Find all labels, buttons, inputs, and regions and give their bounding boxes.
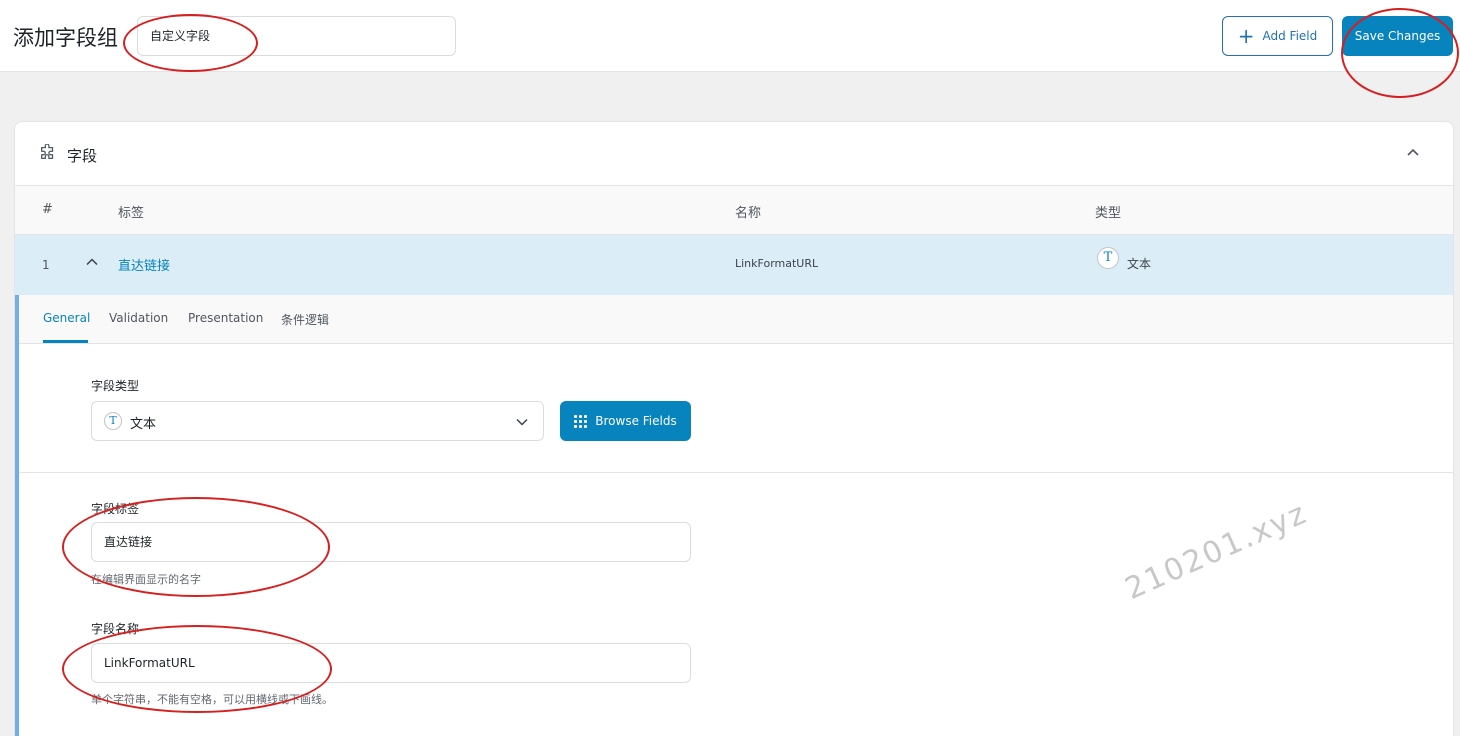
save-changes-button[interactable]: Save Changes <box>1342 16 1453 56</box>
fields-table-header: # 标签 名称 类型 <box>15 186 1453 235</box>
settings-tabs: General Validation Presentation 条件逻辑 <box>19 295 1453 344</box>
chevron-up-icon[interactable] <box>1405 144 1421 160</box>
panel-header: 字段 <box>15 122 1453 186</box>
field-settings: General Validation Presentation 条件逻辑 字段类… <box>15 295 1453 736</box>
grid-icon <box>574 414 588 428</box>
column-number: # <box>42 202 53 217</box>
chevron-down-icon <box>516 418 528 426</box>
add-field-label: Add Field <box>1262 29 1318 43</box>
field-row[interactable]: 1 直达链接 LinkFormatURL T 文本 <box>15 235 1453 295</box>
text-type-icon: T <box>1097 247 1119 269</box>
field-row-number: 1 <box>42 258 50 272</box>
tab-presentation[interactable]: Presentation <box>188 311 263 325</box>
field-name-hint: 单个字符串，不能有空格，可以用横线或下画线。 <box>91 693 333 706</box>
field-name-input[interactable]: LinkFormatURL <box>91 643 691 683</box>
divider <box>19 472 1453 473</box>
add-field-button[interactable]: + Add Field <box>1222 16 1333 56</box>
column-label: 标签 <box>118 206 145 221</box>
column-type: 类型 <box>1095 206 1122 221</box>
field-row-type: 文本 <box>1127 257 1152 271</box>
field-group-title-input[interactable]: 自定义字段 <box>137 16 456 56</box>
field-label-label: 字段标签 <box>91 502 140 516</box>
field-type-label: 字段类型 <box>91 379 140 393</box>
browse-fields-button[interactable]: Browse Fields <box>560 401 691 441</box>
chevron-up-icon[interactable] <box>85 255 99 269</box>
puzzle-icon <box>41 144 54 160</box>
tab-conditional-logic[interactable]: 条件逻辑 <box>281 311 329 328</box>
browse-fields-label: Browse Fields <box>595 414 677 428</box>
field-name-label: 字段名称 <box>91 622 140 636</box>
field-type-select[interactable]: T 文本 <box>91 401 544 441</box>
fields-panel: 字段 # 标签 名称 类型 1 直达链接 LinkFormatURL T 文本 … <box>14 121 1454 736</box>
field-label-hint: 在编辑界面显示的名字 <box>91 573 201 586</box>
header-bar: 添加字段组 自定义字段 + Add Field Save Changes <box>0 0 1460 72</box>
page-title: 添加字段组 <box>13 26 118 50</box>
active-tab-indicator <box>43 340 88 343</box>
panel-title: 字段 <box>67 147 98 165</box>
field-row-name: LinkFormatURL <box>735 257 819 270</box>
column-name: 名称 <box>735 206 762 221</box>
field-label-input[interactable]: 直达链接 <box>91 522 691 562</box>
field-row-label-link[interactable]: 直达链接 <box>118 255 170 274</box>
field-type-value: 文本 <box>130 417 157 432</box>
text-type-icon: T <box>104 412 122 430</box>
tab-general[interactable]: General <box>43 311 90 325</box>
plus-icon: + <box>1237 24 1255 48</box>
tab-validation[interactable]: Validation <box>109 311 168 325</box>
